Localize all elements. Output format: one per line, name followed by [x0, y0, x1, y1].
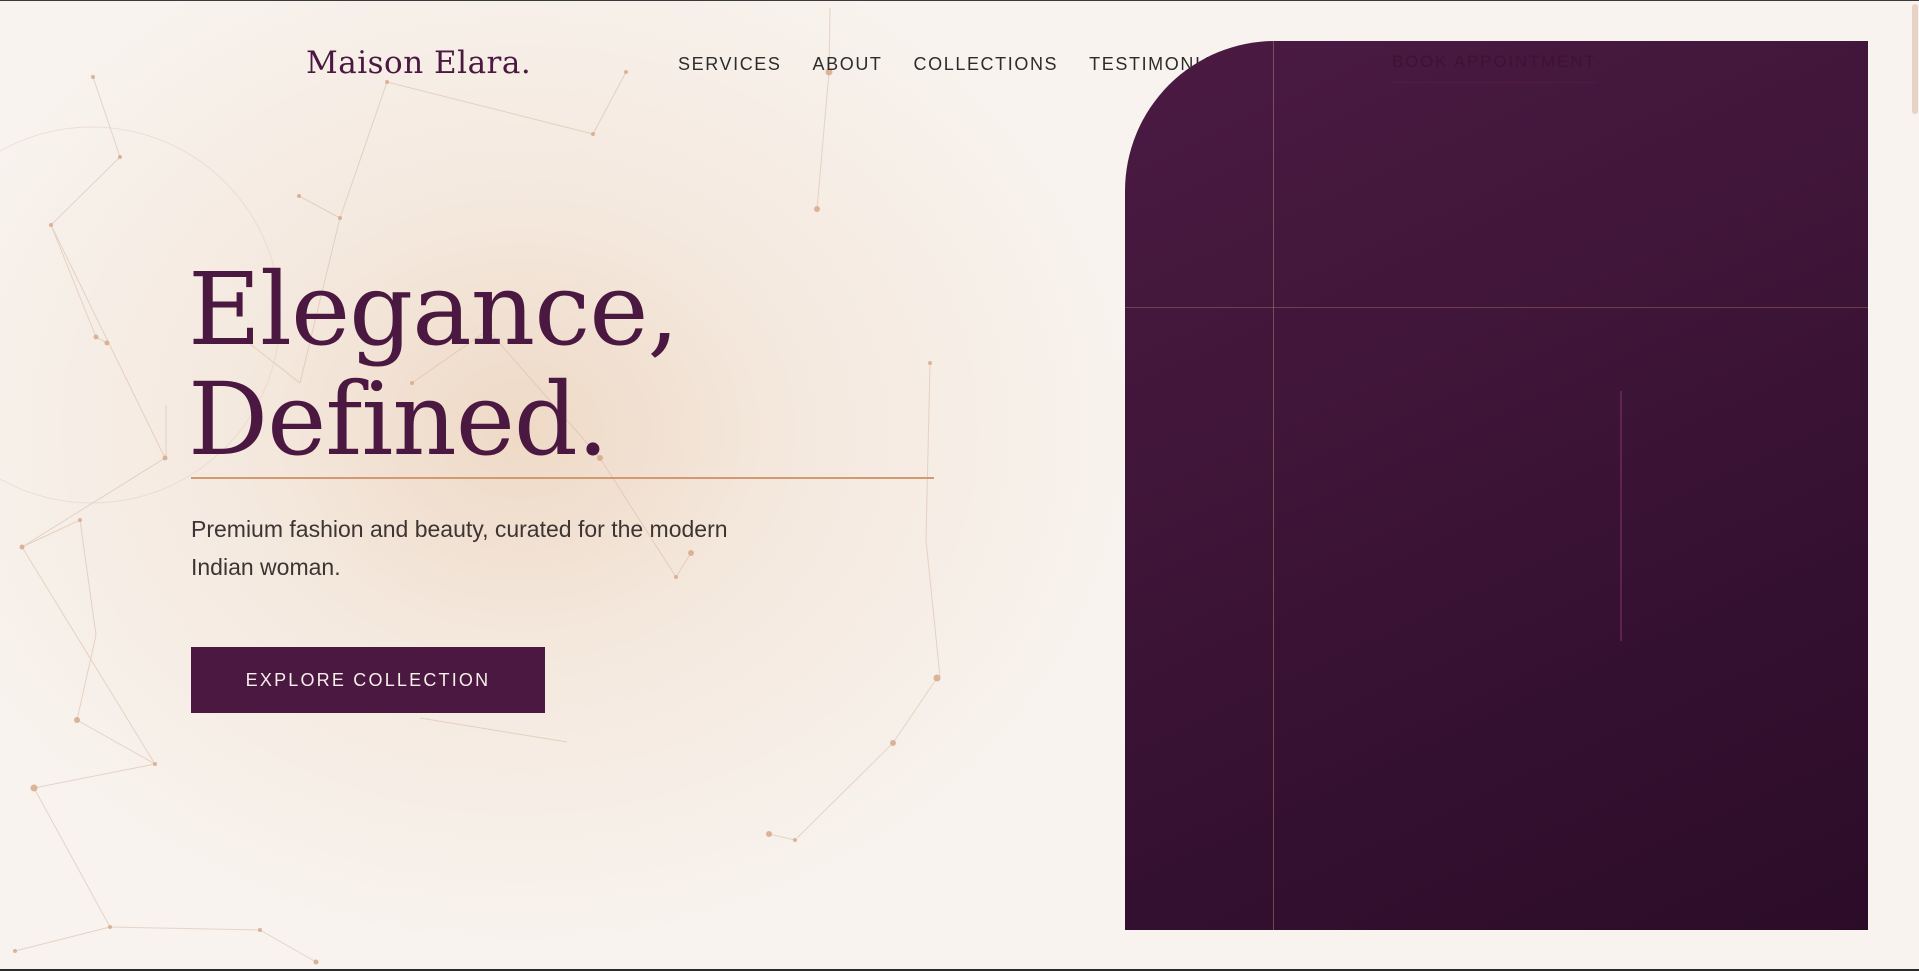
scrollbar-track[interactable] [1911, 0, 1919, 971]
hero-subtitle: Premium fashion and beauty, curated for … [191, 516, 728, 580]
nav-item-collections[interactable]: COLLECTIONS [914, 54, 1059, 75]
main-nav: SERVICES ABOUT COLLECTIONS TESTIMONIALS [678, 54, 1240, 75]
panel-vertical-line [1273, 41, 1274, 930]
nav-item-about[interactable]: ABOUT [813, 54, 883, 75]
brand-logo[interactable]: Maison Elara. [306, 45, 531, 81]
panel-horizontal-line [1125, 307, 1868, 308]
explore-collection-button[interactable]: EXPLORE COLLECTION [191, 647, 545, 713]
hero-image-panel [1125, 41, 1868, 930]
nav-item-services[interactable]: SERVICES [678, 54, 782, 75]
title-underline [191, 477, 934, 479]
hero-title: Elegance, Defined. [188, 251, 679, 478]
window-top-border [0, 0, 1919, 1]
panel-accent-line [1620, 391, 1622, 641]
book-appointment-button[interactable]: BOOK APPOINTMENT [1392, 52, 1597, 83]
hero-title-line-1: Elegance, [188, 251, 679, 368]
hero-title-line-2: Defined. [188, 361, 609, 478]
scrollbar-thumb[interactable] [1912, 4, 1918, 114]
